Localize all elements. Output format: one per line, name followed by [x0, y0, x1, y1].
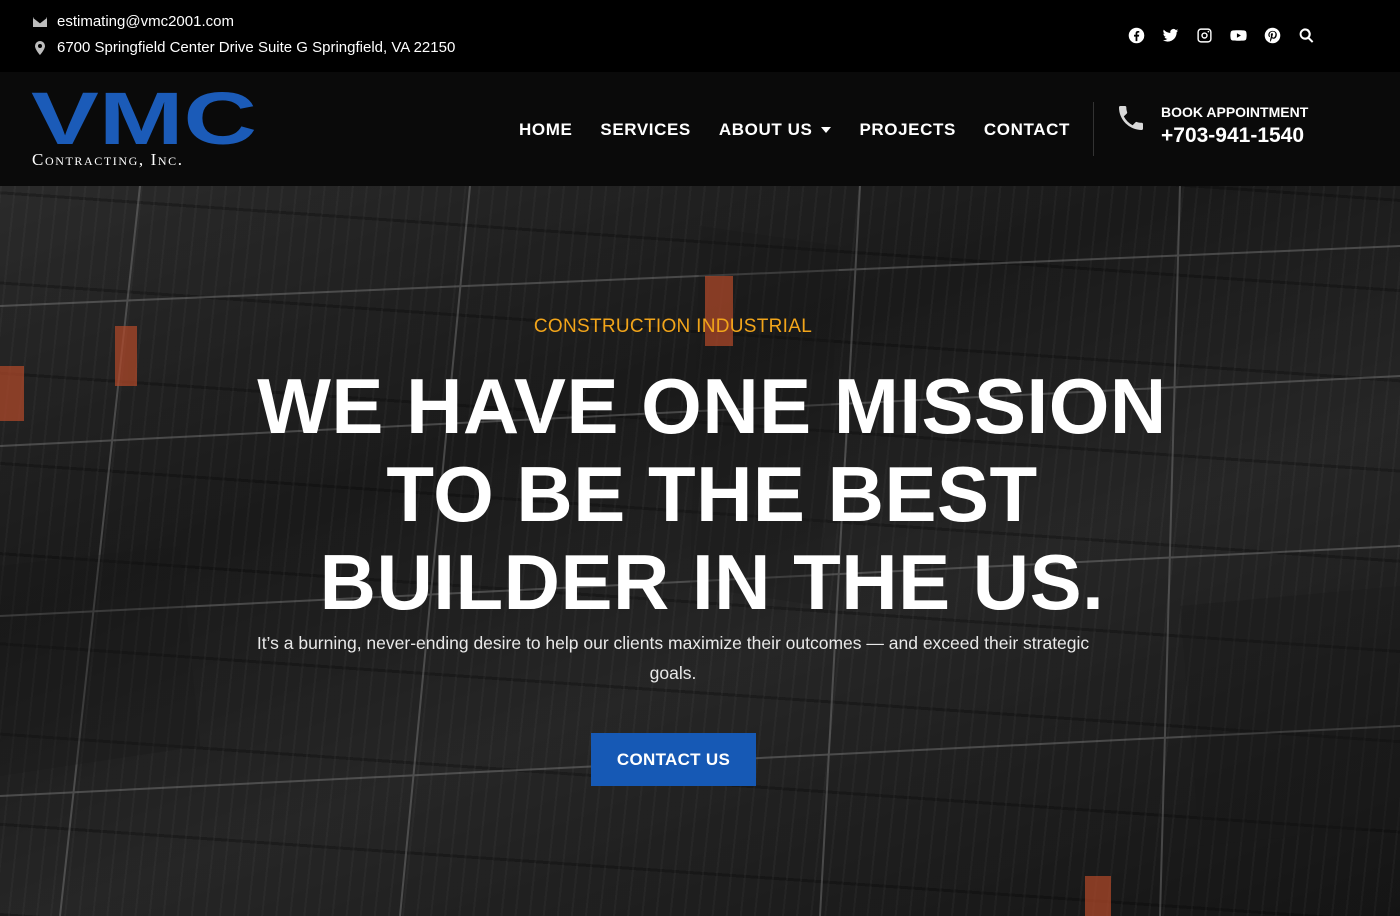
hero-subtext: It’s a burning, never-ending desire to h… — [256, 633, 1090, 683]
vmc-logo[interactable]: VMC Contracting, Inc. — [30, 88, 260, 172]
nav-projects-label: PROJECTS — [859, 120, 956, 139]
email-contact[interactable]: estimating@vmc2001.com — [32, 13, 234, 30]
email-text[interactable]: estimating@vmc2001.com — [57, 13, 234, 30]
hero-headline-line-3: BUILDER IN THE US. — [319, 538, 1105, 626]
logo-subtitle: Contracting, Inc. — [32, 150, 184, 169]
contact-us-button[interactable]: CONTACT US — [591, 733, 756, 786]
twitter-icon[interactable] — [1161, 26, 1180, 45]
hero-headline: WE HAVE ONE MISSION TO BE THE BEST BUILD… — [0, 362, 1400, 626]
map-pin-icon — [35, 40, 45, 55]
hero-eyebrow: CONSTRUCTION INDUSTRIAL — [533, 316, 813, 337]
phone-icon — [1115, 102, 1147, 134]
vmc-logo-mark-text: VMC — [31, 88, 257, 148]
nav-about-us-label: ABOUT US — [718, 120, 813, 139]
appointment-label: BOOK APPOINTMENT — [1161, 104, 1309, 120]
hero-content: CONSTRUCTION INDUSTRIAL WE HAVE ONE MISS… — [0, 186, 1400, 916]
nav-home[interactable]: HOME — [519, 120, 572, 140]
top-bar: estimating@vmc2001.com 6700 Springfield … — [0, 0, 1400, 72]
nav-projects[interactable]: PROJECTS — [859, 120, 955, 140]
nav-contact-label: CONTACT — [983, 120, 1070, 139]
hero-headline-line-1: WE HAVE ONE MISSION — [257, 362, 1167, 450]
social-links — [1127, 26, 1316, 45]
main-nav: HOME SERVICES ABOUT US PROJECTS CONTACT — [519, 120, 1098, 140]
main-header: VMC Contracting, Inc. HOME SERVICES ABOU… — [0, 72, 1400, 186]
nav-contact[interactable]: CONTACT — [984, 120, 1070, 140]
nav-home-label: HOME — [519, 120, 573, 139]
address-text: 6700 Springfield Center Drive Suite G Sp… — [57, 39, 456, 56]
search-icon[interactable] — [1297, 26, 1316, 45]
hero-headline-line-2: TO BE THE BEST — [386, 450, 1038, 538]
envelope-icon — [33, 16, 47, 27]
nav-services-label: SERVICES — [600, 120, 691, 139]
address-contact: 6700 Springfield Center Drive Suite G Sp… — [32, 39, 455, 56]
appointment-phone[interactable]: +703-941-1540 — [1161, 124, 1308, 148]
appointment-text: BOOK APPOINTMENT +703-941-1540 — [1161, 104, 1308, 148]
nav-about-us[interactable]: ABOUT US — [719, 120, 832, 140]
caret-down-icon — [821, 127, 832, 133]
pinterest-icon[interactable] — [1263, 26, 1282, 45]
nav-services[interactable]: SERVICES — [600, 120, 690, 140]
instagram-icon[interactable] — [1195, 26, 1214, 45]
facebook-icon[interactable] — [1127, 26, 1146, 45]
youtube-icon[interactable] — [1229, 26, 1248, 45]
header-divider — [1093, 102, 1094, 156]
hero-section: CONSTRUCTION INDUSTRIAL WE HAVE ONE MISS… — [0, 186, 1400, 916]
book-appointment[interactable]: BOOK APPOINTMENT +703-941-1540 — [1115, 102, 1308, 147]
vmc-logo-mark: VMC — [31, 88, 257, 148]
